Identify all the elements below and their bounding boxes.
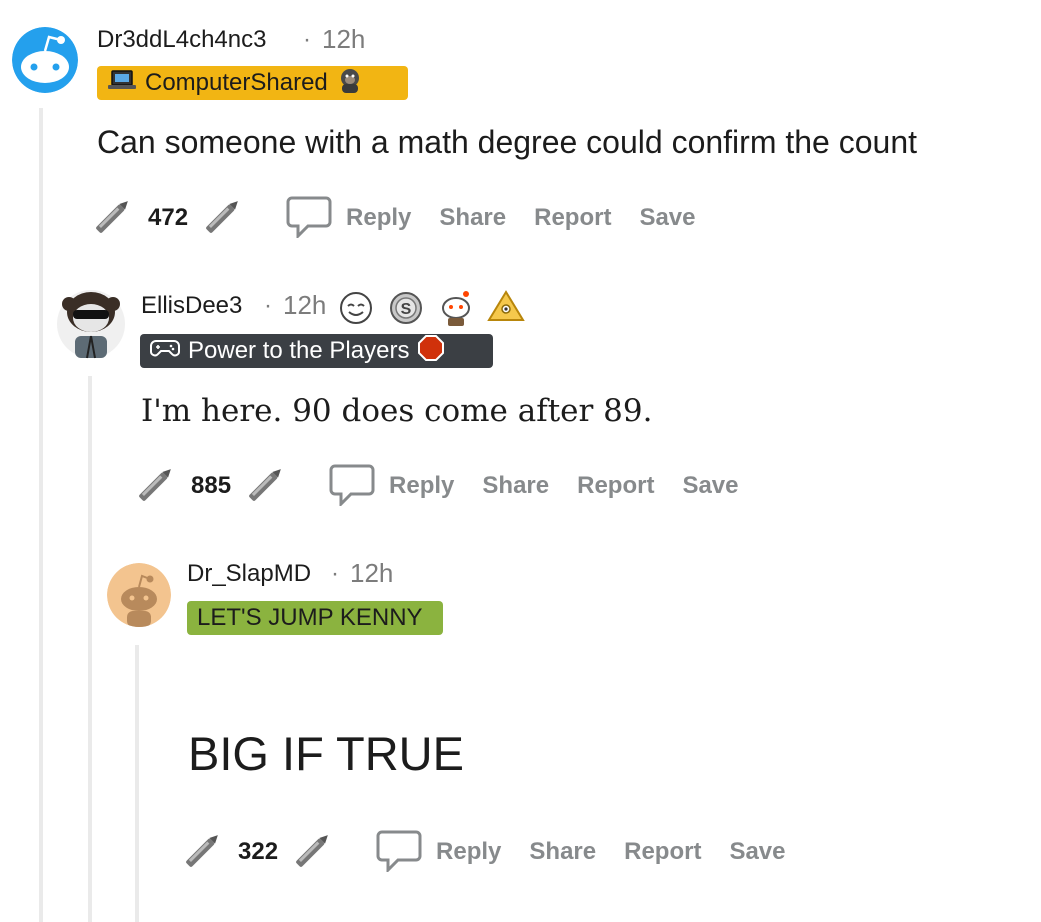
score: 885 — [191, 472, 232, 499]
score: 472 — [148, 204, 189, 231]
reply-label: Reply — [346, 204, 412, 231]
silver-award-icon[interactable]: S — [388, 290, 424, 331]
downvote-icon[interactable] — [243, 461, 289, 512]
username[interactable]: EllisDee3 — [141, 292, 242, 320]
save-button[interactable]: Save — [682, 472, 738, 500]
laptop-icon — [107, 69, 137, 98]
upvote-icon[interactable] — [90, 193, 136, 244]
share-button[interactable]: Share — [439, 204, 506, 232]
comment-body: Can someone with a math degree could con… — [97, 124, 918, 160]
flair-text: ComputerShared — [145, 69, 328, 96]
gamepad-icon — [150, 337, 180, 366]
reply-button[interactable]: Reply — [376, 828, 501, 877]
reply-button[interactable]: Reply — [329, 462, 454, 511]
comment-bubble-icon — [286, 194, 332, 243]
timestamp[interactable]: 12h — [322, 24, 365, 55]
avatar[interactable] — [12, 27, 78, 93]
user-flair: Power to the Players — [140, 334, 493, 368]
avatar[interactable] — [55, 278, 127, 360]
timestamp[interactable]: 12h — [283, 290, 326, 321]
comment-bubble-icon — [329, 462, 375, 511]
user-flair: ComputerShared — [97, 66, 408, 100]
upvote-icon[interactable] — [180, 827, 226, 878]
upvote-icon[interactable] — [133, 461, 179, 512]
stop-sign-icon — [417, 334, 445, 369]
report-button[interactable]: Report — [534, 204, 611, 232]
separator-dot: · — [303, 26, 311, 53]
downvote-icon[interactable] — [290, 827, 336, 878]
downvote-icon[interactable] — [200, 193, 246, 244]
comment-body: BIG IF TRUE — [188, 727, 464, 780]
flair-text: Power to the Players — [188, 337, 410, 364]
smile-award-icon[interactable] — [338, 290, 374, 331]
reply-label: Reply — [436, 838, 502, 865]
comment-actions: 472 Reply Share Report Save — [90, 194, 696, 242]
thread-line-2[interactable] — [88, 376, 92, 922]
share-button[interactable]: Share — [482, 472, 549, 500]
separator-dot: · — [264, 292, 272, 319]
report-button[interactable]: Report — [624, 838, 701, 866]
save-button[interactable]: Save — [729, 838, 785, 866]
vote-control: 322 — [180, 827, 336, 878]
reply-button[interactable]: Reply — [286, 194, 411, 243]
thread-line-3[interactable] — [135, 645, 139, 922]
snoo-award-icon[interactable] — [436, 288, 476, 333]
timestamp[interactable]: 12h — [350, 558, 393, 589]
svg-text:S: S — [401, 301, 412, 318]
reply-label: Reply — [389, 472, 455, 499]
vote-control: 885 — [133, 461, 289, 512]
thread-line-1[interactable] — [39, 108, 43, 922]
gold-triangle-award-icon[interactable] — [486, 288, 526, 333]
comment-actions: 322 Reply Share Report Save — [180, 828, 786, 876]
username[interactable]: Dr_SlapMD — [187, 560, 311, 588]
gorilla-icon — [336, 66, 364, 101]
save-button[interactable]: Save — [639, 204, 695, 232]
vote-control: 472 — [90, 193, 246, 244]
comment-body: I'm here. 90 does come after 89. — [141, 393, 653, 429]
report-button[interactable]: Report — [577, 472, 654, 500]
comment-bubble-icon — [376, 828, 422, 877]
comment-actions: 885 Reply Share Report Save — [133, 462, 739, 510]
score: 322 — [238, 838, 279, 865]
flair-text: LET'S JUMP KENNY — [197, 604, 423, 631]
user-flair: LET'S JUMP KENNY — [187, 601, 443, 635]
avatar[interactable] — [107, 563, 171, 627]
share-button[interactable]: Share — [529, 838, 596, 866]
username[interactable]: Dr3ddL4ch4nc3 — [97, 26, 266, 54]
separator-dot: · — [331, 560, 339, 587]
